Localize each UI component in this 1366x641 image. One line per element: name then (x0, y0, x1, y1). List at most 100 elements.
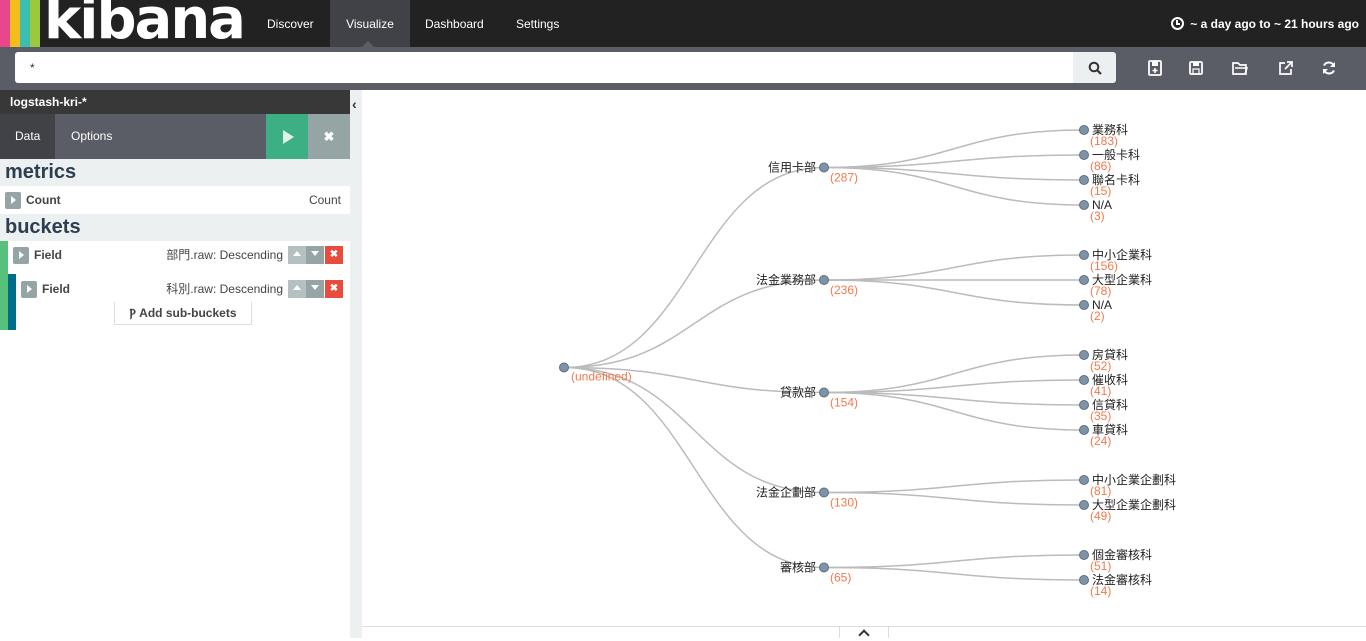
nav-tab-settings[interactable]: Settings (501, 0, 574, 47)
logo-text: kibana (44, 0, 246, 47)
tree-leaf-node (1079, 475, 1089, 485)
legend-divider (362, 626, 839, 627)
kibana-logo[interactable]: kibana (0, 0, 252, 47)
caret-right-icon[interactable] (5, 192, 21, 209)
tree-leaf-count: (49) (1090, 509, 1111, 523)
tree-root-node (559, 362, 569, 373)
tree-root-count: (undefined) (571, 370, 632, 384)
search-icon (1088, 61, 1102, 75)
bucket-color-bar (0, 241, 8, 330)
tree-node-count: (287) (830, 171, 858, 185)
tree-chart: (undefined)信用卡部(287)業務科(183)一般卡科(86)聯名卡科… (559, 123, 1176, 598)
tree-link (823, 254, 1085, 281)
caret-right-icon[interactable] (21, 281, 37, 298)
tree-leaf-count: (183) (1090, 134, 1118, 148)
refresh-icon[interactable] (1320, 59, 1338, 77)
collapse-sidebar-button[interactable]: ‹ (350, 90, 362, 638)
share-icon[interactable] (1277, 59, 1295, 77)
logo-stripe (0, 0, 10, 47)
tree-leaf-node (1079, 275, 1089, 285)
clock-icon (1171, 17, 1185, 30)
agg-title: Field (42, 282, 71, 296)
tree-node-count: (130) (830, 496, 858, 510)
close-icon: ✖ (329, 283, 339, 294)
nav-tab-visualize[interactable]: Visualize (330, 0, 410, 47)
tree-leaf-count: (35) (1090, 409, 1111, 423)
sitemap-icon: Ⲣ (129, 306, 136, 320)
top-navbar: kibana Discover Visualize Dashboard Sett… (0, 0, 1366, 47)
tree-node (819, 387, 829, 398)
tree-leaf-node (1079, 550, 1089, 560)
tree-link (823, 491, 1085, 506)
tree-leaf-node (1079, 200, 1089, 210)
move-down-button[interactable] (306, 246, 324, 264)
nav-tab-discover[interactable]: Discover (252, 0, 329, 47)
tree-link (823, 279, 1085, 306)
add-sub-buckets-button[interactable]: Ⲣ Add sub-buckets (114, 302, 252, 325)
metrics-section-title: metrics (0, 159, 350, 186)
tree-leaf-count: (14) (1090, 584, 1111, 598)
agg-description: 部門.raw: Descending (166, 248, 283, 262)
legend-divider (889, 626, 1366, 627)
sub-bucket-color-bar (8, 274, 16, 330)
tree-node-label: 審核部 (780, 560, 816, 575)
tree-leaf-count: (41) (1090, 384, 1111, 398)
close-icon: ✖ (329, 249, 339, 260)
tree-leaf-count: (81) (1090, 484, 1111, 498)
caret-right-icon[interactable] (13, 247, 29, 264)
metric-agg-row[interactable]: Count Count (0, 187, 350, 213)
time-picker[interactable]: ~ a day ago to ~ 21 hours ago (1171, 0, 1359, 47)
move-down-button[interactable] (306, 280, 324, 298)
remove-agg-button[interactable]: ✖ (325, 246, 343, 264)
nav-tab-dashboard[interactable]: Dashboard (410, 0, 499, 47)
index-pattern-title: logstash-kri-* (0, 90, 350, 114)
search-button[interactable] (1073, 52, 1116, 83)
tree-node (819, 162, 829, 173)
visualization-canvas: (undefined) 信用卡部 (287) 業務科 (183) 一般卡科 (86) 聯名卡科… (362, 90, 1366, 638)
tree-node-label: 法金企劃部 (756, 485, 816, 500)
add-sub-buckets-label: Add sub-buckets (139, 306, 237, 320)
tree-leaf-node (1079, 150, 1089, 160)
tree-leaf-count: (2) (1090, 309, 1105, 323)
tab-options[interactable]: Options (56, 114, 127, 159)
tree-leaf-count: (156) (1090, 259, 1118, 273)
sub-bucket-agg-row[interactable]: Field 科別.raw: Descending ✖ (16, 276, 350, 302)
tree-leaf-count: (24) (1090, 434, 1111, 448)
agg-title: Count (26, 193, 61, 207)
discard-changes-button[interactable]: ✖ (308, 114, 350, 159)
close-icon: ✖ (323, 129, 335, 144)
move-up-button[interactable] (288, 280, 306, 298)
tree-node-count: (236) (830, 283, 858, 297)
agg-description: 科別.raw: Descending (166, 282, 283, 296)
tab-data[interactable]: Data (0, 114, 56, 159)
tree-link (563, 279, 825, 369)
agg-description: Count (308, 193, 341, 207)
chevron-up-icon[interactable] (839, 626, 889, 638)
apply-changes-button[interactable] (266, 114, 308, 159)
caret-up-icon (293, 251, 301, 256)
caret-down-icon (311, 285, 319, 290)
tree-node-label: 法金業務部 (756, 272, 816, 287)
open-icon[interactable] (1231, 59, 1249, 77)
vis-editor-sidebar: logstash-kri-* Data Options ✖ metrics Co… (0, 90, 350, 638)
caret-up-icon (293, 285, 301, 290)
tree-leaf-count: (15) (1090, 184, 1111, 198)
logo-stripe (20, 0, 30, 47)
search-input[interactable] (15, 52, 1073, 83)
bucket-agg-row[interactable]: Field 部門.raw: Descending ✖ (8, 242, 350, 268)
new-visualization-icon[interactable] (1146, 59, 1164, 77)
tree-leaf-node (1079, 425, 1089, 435)
tree-link (823, 566, 1085, 581)
tree-leaf-count: (51) (1090, 559, 1111, 573)
remove-agg-button[interactable]: ✖ (325, 280, 343, 298)
save-icon[interactable] (1187, 59, 1205, 77)
tree-leaf-count: (52) (1090, 359, 1111, 373)
move-up-button[interactable] (288, 246, 306, 264)
tree-node (819, 275, 829, 285)
logo-stripe (10, 0, 20, 47)
tree-leaf-node (1079, 575, 1089, 585)
logo-stripe (30, 0, 40, 47)
search-bar (0, 47, 1366, 90)
tree-leaf-count: (78) (1090, 284, 1111, 298)
tree-leaf-node (1079, 500, 1089, 510)
